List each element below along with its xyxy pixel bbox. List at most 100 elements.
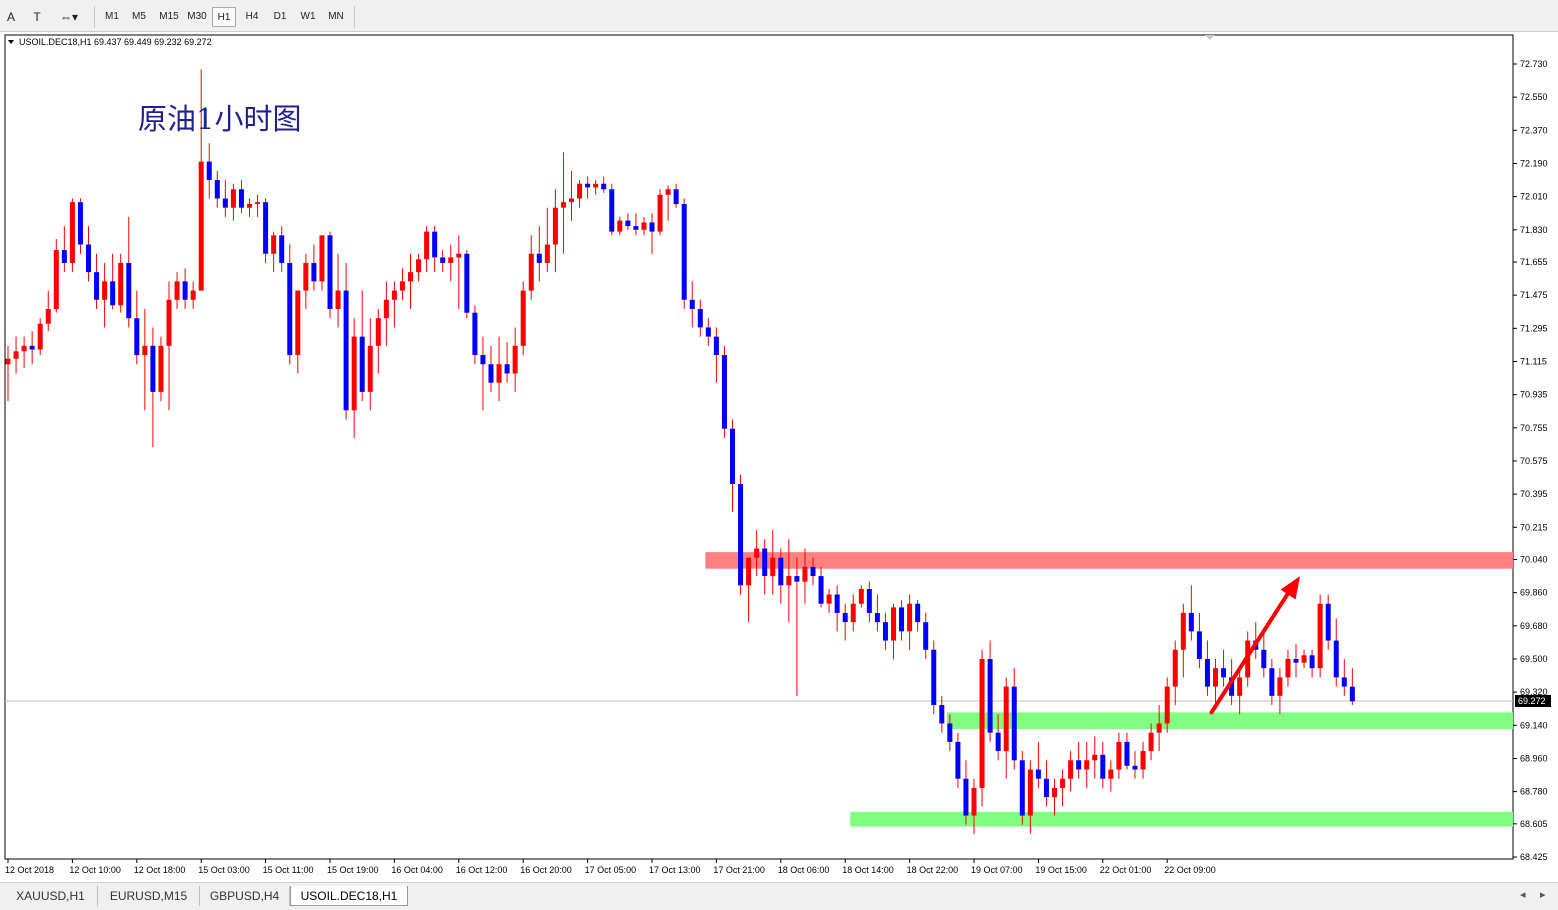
y-tick-label: 72.370 — [1520, 125, 1548, 135]
chart-symbol-header: USOIL.DEC18,H1 69.437 69.449 69.232 69.2… — [19, 37, 212, 47]
candle-body-down — [730, 428, 735, 484]
tab-scroll-left-icon[interactable]: ◂ — [1520, 888, 1526, 901]
candle — [464, 250, 470, 319]
candle-body-up — [746, 557, 752, 586]
candle-body-up — [1285, 658, 1291, 678]
candle-body-down — [126, 262, 132, 319]
candle — [609, 183, 615, 236]
candle-body-down — [1333, 640, 1339, 678]
candle-body-up — [1068, 760, 1074, 779]
candle-body-down — [86, 244, 91, 273]
x-tick-label: 16 Oct 20:00 — [520, 865, 572, 875]
chart-area[interactable]: USOIL.DEC18,H1 69.437 69.449 69.232 69.2… — [4, 34, 1554, 882]
y-tick-label: 68.425 — [1520, 852, 1548, 862]
support-zone[interactable] — [946, 712, 1513, 729]
y-tick-label: 69.860 — [1520, 588, 1548, 598]
candle — [931, 640, 937, 715]
timeframe-m1-button[interactable]: M1 — [100, 7, 124, 27]
candle-body-up — [1052, 787, 1057, 798]
y-tick-label: 68.960 — [1520, 753, 1548, 763]
y-tick-label: 70.755 — [1520, 423, 1548, 433]
y-tick-label: 72.730 — [1520, 59, 1548, 69]
candle-body-down — [1035, 769, 1041, 779]
timeframe-m5-button[interactable]: M5 — [127, 7, 151, 27]
y-tick-label: 72.190 — [1520, 158, 1548, 168]
candle-body-down — [1293, 658, 1299, 663]
candle-body-down — [834, 594, 840, 613]
text-tool-button[interactable]: A — [2, 7, 20, 27]
candle-body-up — [1084, 760, 1090, 770]
candle-body-down — [1011, 686, 1017, 761]
y-tick-label: 70.215 — [1520, 522, 1548, 532]
chart-tab[interactable]: GBPUSD,H4 — [200, 886, 290, 906]
candle-body-down — [214, 180, 220, 199]
timeframe-h4-button[interactable]: H4 — [240, 7, 264, 27]
x-tick-label: 15 Oct 03:00 — [198, 865, 250, 875]
candle-body-down — [842, 612, 848, 623]
candle — [69, 198, 75, 273]
candle-body-down — [1221, 668, 1227, 678]
text-label-tool-button[interactable]: T — [28, 7, 46, 27]
candle-body-up — [69, 202, 75, 263]
candle-body-down — [1349, 686, 1355, 702]
y-tick-label: 71.830 — [1520, 225, 1548, 235]
candle-body-down — [1188, 612, 1194, 632]
tab-scroll-right-icon[interactable]: ▸ — [1540, 888, 1546, 901]
candle-body-down — [1261, 649, 1267, 669]
candle-body-up — [1180, 612, 1186, 650]
candle-body-up — [1172, 649, 1178, 687]
candle-body-up — [174, 281, 180, 300]
candle-body-down — [1341, 677, 1347, 687]
candle-body-up — [1213, 668, 1218, 687]
candle-body-down — [488, 364, 494, 383]
timeframe-m30-button[interactable]: M30 — [183, 7, 211, 27]
chart-tab[interactable]: XAUUSD,H1 — [4, 886, 98, 906]
candle-body-down — [955, 741, 961, 779]
toolbar: A T ⇔▾ M1 M5 M15 M30 H1 H4 D1 W1 MN — [0, 0, 1558, 32]
x-tick-label: 18 Oct 06:00 — [778, 865, 830, 875]
candle-body-up — [247, 203, 252, 208]
x-tick-label: 16 Oct 12:00 — [456, 865, 508, 875]
chart-svg: USOIL.DEC18,H1 69.437 69.449 69.232 69.2… — [4, 34, 1551, 875]
candle-body-up — [1277, 677, 1283, 696]
candle-body-down — [1019, 760, 1025, 816]
x-tick-label: 15 Oct 19:00 — [327, 865, 379, 875]
candle-body-up — [891, 607, 896, 641]
resistance-zone[interactable] — [705, 552, 1513, 569]
arrow-tool-button[interactable]: ⇔▾ — [54, 7, 84, 27]
candle-body-down — [818, 576, 824, 604]
candle-body-down — [464, 253, 470, 313]
candle-body-down — [1269, 668, 1275, 696]
candle-body-up — [552, 207, 558, 245]
candle-body-up — [1301, 655, 1307, 663]
timeframe-w1-button[interactable]: W1 — [296, 7, 320, 27]
candle-body-down — [931, 649, 937, 706]
candle-body-down — [61, 250, 67, 263]
candle-body-up — [190, 290, 196, 300]
x-tick-label: 18 Oct 14:00 — [842, 865, 894, 875]
chart-tab[interactable]: EURUSD,M15 — [98, 886, 200, 906]
timeframe-m15-button[interactable]: M15 — [155, 7, 183, 27]
candle-body-down — [738, 483, 744, 586]
candle-body-up — [1164, 686, 1170, 724]
timeframe-d1-button[interactable]: D1 — [268, 7, 292, 27]
y-tick-label: 72.010 — [1520, 192, 1548, 202]
candle-body-up — [1317, 603, 1323, 669]
x-tick-label: 22 Oct 09:00 — [1164, 865, 1216, 875]
candle-body-up — [230, 189, 236, 208]
candle-body-down — [633, 226, 639, 230]
timeframe-mn-button[interactable]: MN — [324, 7, 348, 27]
candle-body-down — [480, 355, 486, 365]
candle-body-up — [1060, 778, 1066, 788]
candle-body-down — [263, 202, 269, 254]
candle-body-up — [1092, 754, 1098, 761]
candle-body-down — [1309, 655, 1315, 669]
chart-tab[interactable]: USOIL.DEC18,H1 — [290, 886, 408, 906]
x-tick-label: 15 Oct 11:00 — [263, 865, 314, 875]
support-zone[interactable] — [850, 811, 1513, 827]
plot-frame — [4, 34, 1514, 860]
candle-body-down — [287, 262, 293, 356]
timeframe-h1-button[interactable]: H1 — [212, 7, 236, 27]
candle-body-up — [826, 594, 832, 604]
candle-body-down — [939, 705, 945, 724]
